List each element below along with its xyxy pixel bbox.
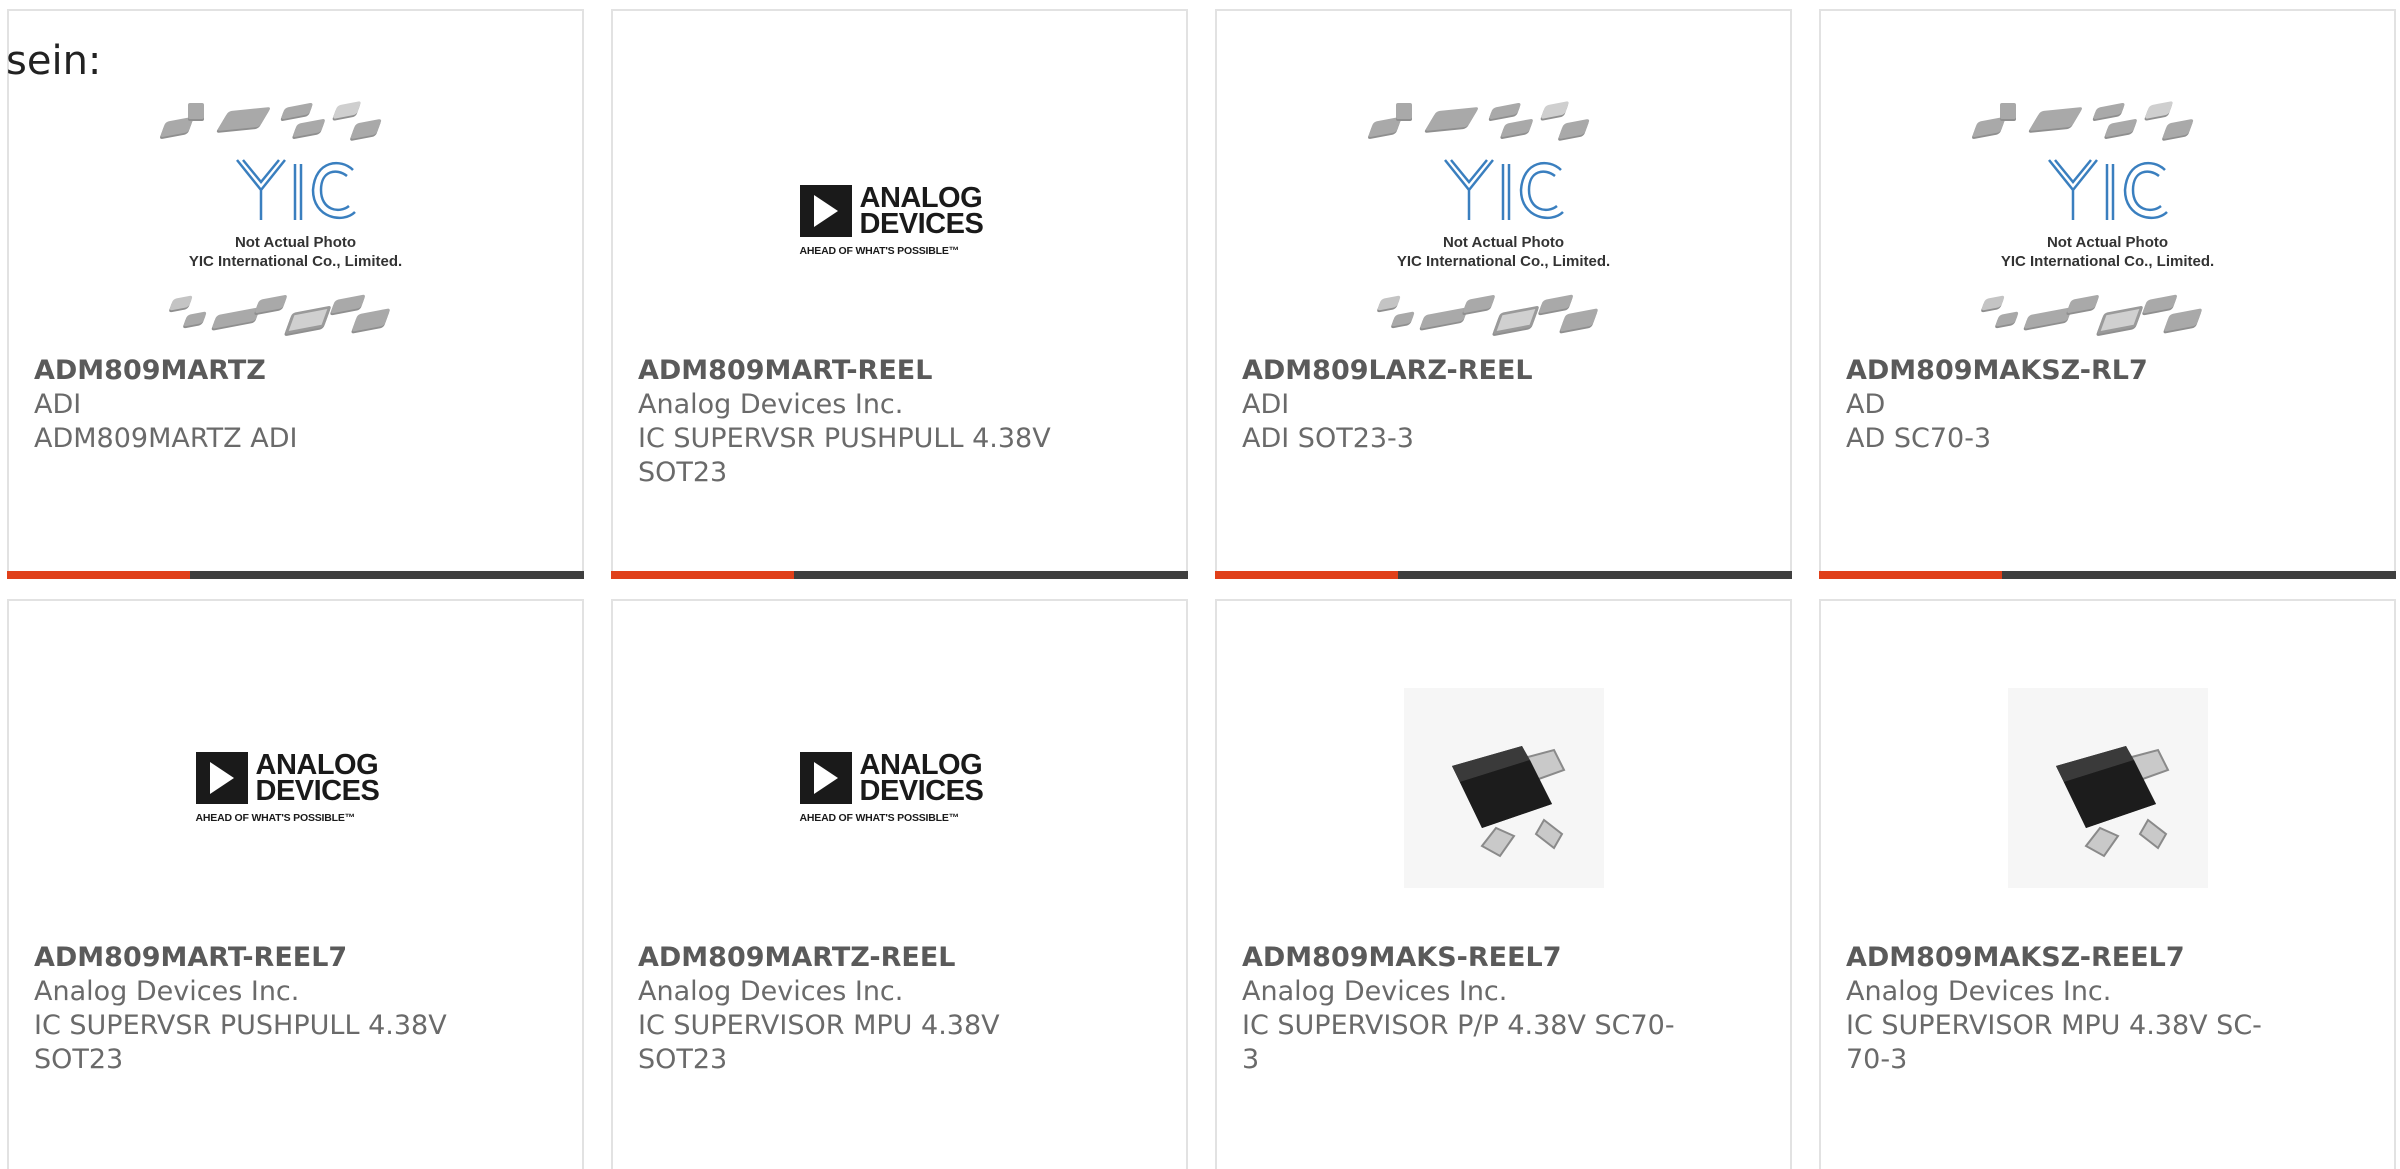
sot-component-photo [1403,688,1604,888]
manufacturer-label: Analog Devices Inc. [1242,976,1508,1007]
manufacturer-label: Analog Devices Inc. [638,976,904,1007]
sot-component-photo [2007,688,2208,888]
product-image-area[interactable] [1217,653,1790,923]
yic-company-label: YIC International Co., Limited. [188,253,403,270]
part-number-link[interactable]: ADM809MAKS-REEL7 [1242,941,1765,975]
part-number-link[interactable]: ADM809MARTZ-REEL [638,941,1161,975]
play-triangle-icon [799,185,852,237]
card-accent-bar [7,571,190,579]
product-info: ADM809MARTZ-REEL Analog Devices Inc. IC SU… [638,941,1161,1077]
product-info: ADM809MAKSZ-REEL7 Analog Devices Inc. IC S… [1846,941,2369,1077]
product-card[interactable]: Not Actual Photo YIC International Co., … [7,9,584,579]
card-bottom-bar [611,571,1188,579]
yic-logo-icon [1443,159,1564,220]
card-bottom-bar [7,571,584,579]
yic-logo-icon [2047,159,2168,220]
product-card[interactable]: ADM809MAKSZ-REEL7 Analog Devices Inc. IC S… [1819,599,2396,1169]
manufacturer-label: AD [1846,389,1886,420]
product-info: ADM809MARTZ ADI ADM809MARTZ ADI [34,354,557,456]
manufacturer-label: ADI [34,389,82,420]
card-bottom-bar [1819,571,2396,579]
product-info: ADM809MART-REEL7 Analog Devices Inc. IC SU… [34,941,557,1077]
not-actual-photo-label: Not Actual Photo [234,234,357,251]
not-actual-photo-label: Not Actual Photo [2046,234,2169,251]
yic-company-label: YIC International Co., Limited. [2000,253,2215,270]
product-card[interactable]: ANALOG DEVICES AHEAD OF WHAT'S POSSIBLE™… [611,9,1188,579]
part-number-link[interactable]: ADM809MART-REEL [638,354,1161,388]
part-number-link[interactable]: ADM809MART-REEL7 [34,941,557,975]
manufacturer-label: ADI [1242,389,1290,420]
play-triangle-icon [195,752,248,804]
product-info: ADM809MART-REEL Analog Devices Inc. IC SUP… [638,354,1161,490]
product-image-area[interactable]: ANALOG DEVICES AHEAD OF WHAT'S POSSIBLE™ [9,653,582,923]
product-info: ADM809MAKSZ-RL7 AD AD SC70-3 [1846,354,2369,456]
product-image-area[interactable]: ANALOG DEVICES AHEAD OF WHAT'S POSSIBLE™ [613,653,1186,923]
part-number-link[interactable]: ADM809MAKSZ-RL7 [1846,354,2369,388]
description-label: IC SUPERVISOR MPU 4.38V SOT23 [638,1010,1000,1075]
description-label: ADI SOT23-3 [1242,423,1414,454]
analog-devices-logo: ANALOG DEVICES AHEAD OF WHAT'S POSSIBLE™ [799,182,984,257]
description-label: IC SUPERVSR PUSHPULL 4.38V SOT23 [638,423,1051,488]
part-number-link[interactable]: ADM809LARZ-REEL [1242,354,1765,388]
card-accent-bar [611,571,794,579]
description-label: IC SUPERVISOR P/P 4.38V SC70-3 [1242,1010,1675,1075]
not-actual-photo-label: Not Actual Photo [1442,234,1565,251]
product-info: ADM809MAKS-REEL7 Analog Devices Inc. IC SU… [1242,941,1765,1077]
play-triangle-icon [799,752,852,804]
product-image-area[interactable]: ANALOG DEVICES AHEAD OF WHAT'S POSSIBLE™ [613,86,1186,356]
product-card[interactable]: Not Actual Photo YIC International Co., … [1215,9,1792,579]
description-label: AD SC70-3 [1846,423,1992,454]
product-card[interactable]: Not Actual Photo YIC International Co., … [1819,9,2396,579]
yic-placeholder-image: Not Actual Photo YIC International Co., … [156,100,436,341]
manufacturer-label: Analog Devices Inc. [638,389,904,420]
yic-logo-icon [235,159,356,220]
product-image-area[interactable]: Not Actual Photo YIC International Co., … [1217,86,1790,356]
product-image-area[interactable]: Not Actual Photo YIC International Co., … [9,86,582,356]
card-accent-bar [1819,571,2002,579]
description-label: IC SUPERVSR PUSHPULL 4.38V SOT23 [34,1010,447,1075]
product-card[interactable]: ADM809MAKS-REEL7 Analog Devices Inc. IC SU… [1215,599,1792,1169]
card-bottom-bar [1215,571,1792,579]
product-image-area[interactable]: Not Actual Photo YIC International Co., … [1821,86,2394,356]
sot23-chip-icon [1451,746,1565,858]
yic-placeholder-image: Not Actual Photo YIC International Co., … [1364,100,1644,341]
manufacturer-label: Analog Devices Inc. [1846,976,2112,1007]
product-card[interactable]: ANALOG DEVICES AHEAD OF WHAT'S POSSIBLE™… [611,599,1188,1169]
yic-placeholder-image: Not Actual Photo YIC International Co., … [1968,100,2248,341]
part-number-link[interactable]: ADM809MAKSZ-REEL7 [1846,941,2369,975]
product-info: ADM809LARZ-REEL ADI ADI SOT23-3 [1242,354,1765,456]
yic-company-label: YIC International Co., Limited. [1396,253,1611,270]
product-card[interactable]: ANALOG DEVICES AHEAD OF WHAT'S POSSIBLE™… [7,599,584,1169]
product-image-area[interactable] [1821,653,2394,923]
sot23-chip-icon [2055,746,2169,858]
section-heading: sein: [6,38,102,84]
part-number-link[interactable]: ADM809MARTZ [34,354,557,388]
description-label: IC SUPERVISOR MPU 4.38V SC-70-3 [1846,1010,2262,1075]
manufacturer-label: Analog Devices Inc. [34,976,300,1007]
description-label: ADM809MARTZ ADI [34,423,298,454]
analog-devices-logo: ANALOG DEVICES AHEAD OF WHAT'S POSSIBLE™ [195,749,380,824]
analog-devices-logo: ANALOG DEVICES AHEAD OF WHAT'S POSSIBLE™ [799,749,984,824]
card-accent-bar [1215,571,1398,579]
